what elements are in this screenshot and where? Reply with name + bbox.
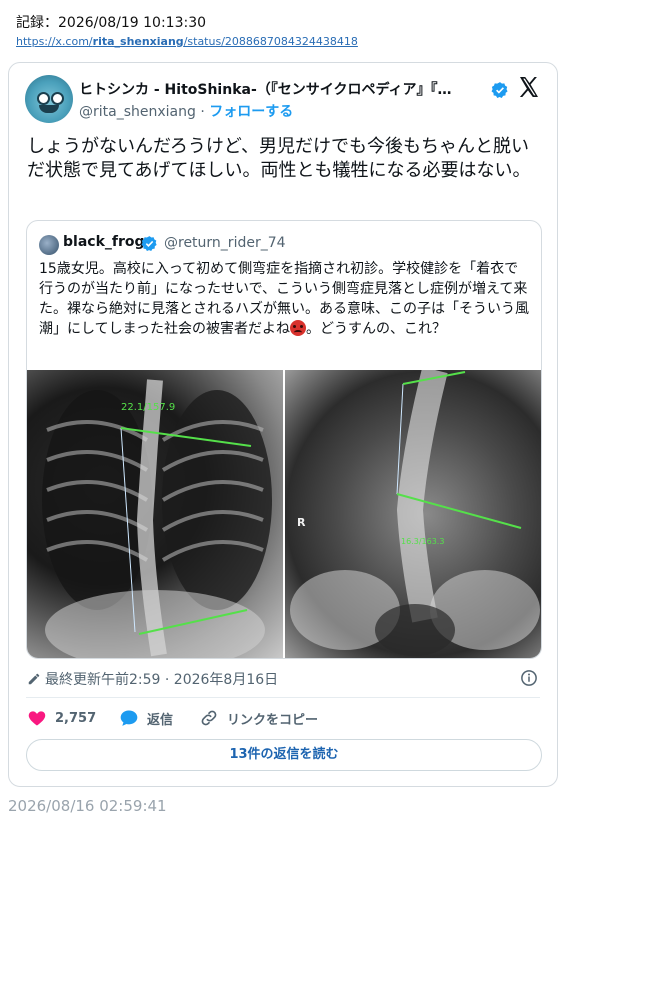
quoted-verified-badge-icon — [141, 236, 157, 252]
quoted-text-end: 。どうすんの、これ？ — [306, 321, 447, 337]
quoted-author-name[interactable]: black_frog — [63, 234, 145, 250]
verified-badge-icon — [491, 82, 508, 98]
angry-face-icon — [290, 320, 307, 336]
copy-link-label: リンクをコピー — [227, 712, 319, 728]
archived-timestamp: 2026/08/16 02:59:41 — [8, 797, 167, 815]
quoted-tweet[interactable]: black_frog @return_rider_74 15歳女児。高校に入って… — [26, 220, 542, 659]
heart-icon — [28, 711, 46, 726]
meta-divider — [26, 697, 540, 698]
info-icon[interactable] — [520, 669, 538, 687]
reply-label: 返信 — [147, 712, 174, 728]
pelvis-xray-image[interactable]: 16.3/163.3 R — [285, 370, 541, 658]
xray2-angle-label: 16.3/163.3 — [401, 537, 444, 546]
author-name[interactable]: ヒトシンカ - HitoShinka-（『センサイクロペディア』『… — [79, 79, 489, 99]
link-icon — [201, 710, 217, 726]
source-url-link[interactable]: https://x.com/rita_shenxiang/status/2088… — [16, 35, 358, 48]
chest-xray-image[interactable]: 22.1/157.9 — [27, 370, 283, 658]
tweet-text: しょうがないんだろうけど、男児だけでも今後もちゃんと脱いだ状態で見てあげてほしい… — [27, 136, 531, 181]
url-suffix: /status/2088687084324438418 — [183, 35, 358, 48]
reply-button[interactable]: 返信 — [119, 707, 173, 729]
pencil-icon — [28, 673, 40, 685]
xray1-angle-label: 22.1/157.9 — [121, 402, 175, 413]
url-prefix: https://x.com/ — [16, 35, 93, 48]
author-handle[interactable]: @rita_shenxiang — [79, 104, 196, 120]
last-updated-text[interactable]: 最終更新午前2:59 · 2026年8月16日 — [45, 672, 278, 688]
like-count: 2,757 — [55, 710, 97, 726]
tweet-card: ヒトシンカ - HitoShinka-（『センサイクロペディア』『… @rita… — [8, 62, 558, 787]
pelvis-xray-drawing: 16.3/163.3 R — [290, 370, 540, 656]
quoted-author-avatar[interactable] — [39, 235, 59, 255]
quoted-tweet-text: 15歳女児。高校に入って初めて側弯症を指摘され初診。学校健診を「着衣で行うのが当… — [39, 259, 529, 339]
url-user: rita_shenxiang — [92, 35, 184, 48]
copy-link-button[interactable]: リンクをコピー — [199, 707, 318, 729]
tweet-actions: 2,757 返信 リンクをコピー — [27, 707, 547, 729]
quoted-author-handle[interactable]: @return_rider_74 — [164, 235, 286, 251]
follow-button[interactable]: フォローする — [209, 104, 293, 120]
read-replies-button[interactable]: 13件の返信を読む — [26, 739, 542, 771]
speech-bubble-icon — [120, 710, 138, 726]
quoted-text-main: 15歳女児。高校に入って初めて側弯症を指摘され初診。学校健診を「着衣で行うのが当… — [39, 261, 529, 337]
chest-xray-drawing: 22.1/157.9 — [42, 379, 272, 658]
handle-separator: · — [195, 104, 210, 120]
xray2-side-marker: R — [297, 516, 306, 529]
record-timestamp: 記録：2026/08/19 10:13:30 — [16, 15, 207, 31]
author-avatar[interactable] — [25, 75, 73, 123]
tweet-meta: 最終更新午前2:59 · 2026年8月16日 — [27, 669, 278, 689]
like-button[interactable]: 2,757 — [27, 707, 96, 729]
x-logo-icon[interactable] — [516, 75, 542, 99]
author-handle-line: @rita_shenxiang · フォローする — [79, 101, 293, 121]
